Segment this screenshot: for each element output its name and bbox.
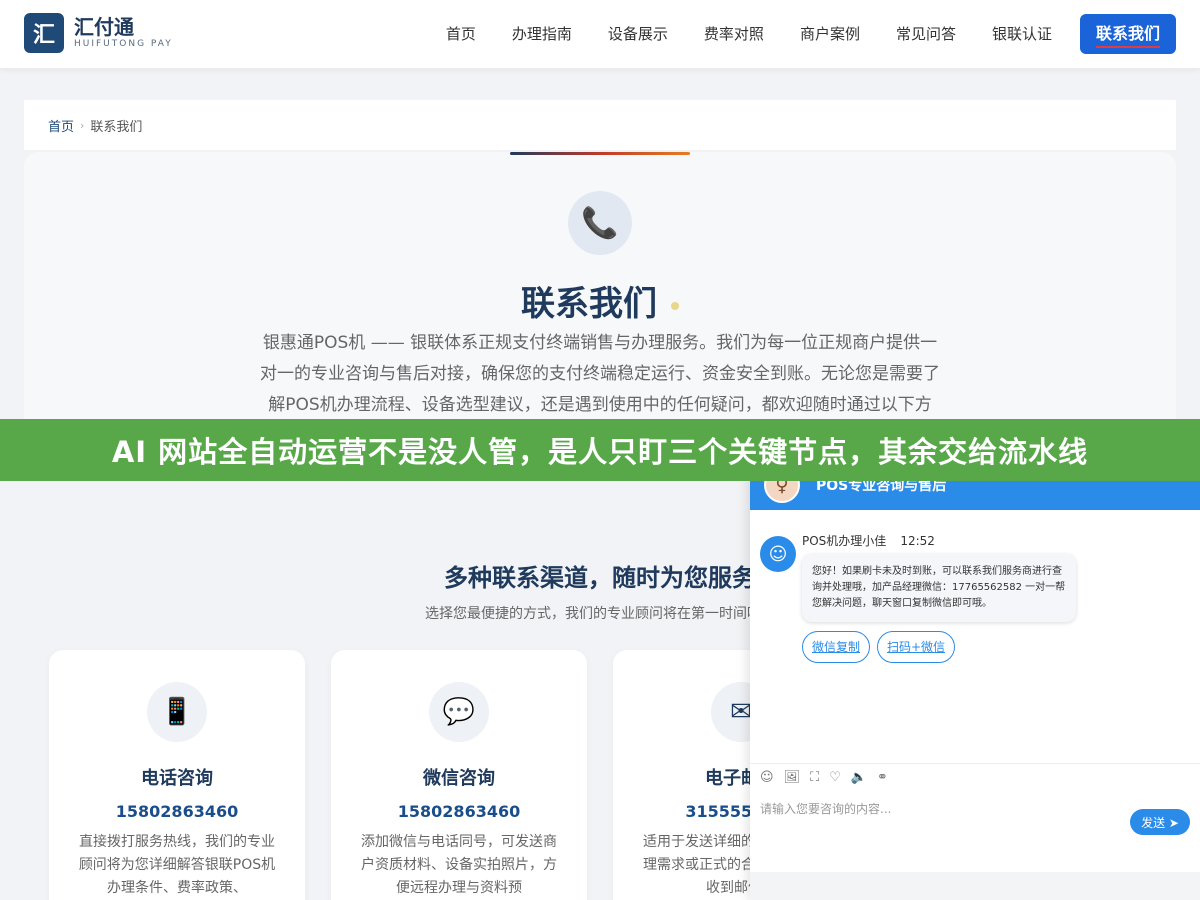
- nav-rates[interactable]: 费率对照: [704, 14, 764, 54]
- breadcrumb: 首页 › 联系我们: [24, 100, 1176, 150]
- card-phone-number[interactable]: 15802863460: [49, 802, 305, 821]
- nav-faq[interactable]: 常见问答: [896, 14, 956, 54]
- message-meta: POS机办理小佳 12:52: [802, 532, 935, 549]
- breadcrumb-separator: ›: [80, 118, 85, 132]
- breadcrumb-home[interactable]: 首页: [48, 116, 74, 135]
- logo-subtitle: HUIFUTONG PAY: [74, 39, 173, 49]
- site-header: 汇 汇付通 HUIFUTONG PAY 首页 办理指南 设备展示 费率对照 商户…: [0, 0, 1200, 68]
- hero-section: 📞 联系我们 银惠通POS机 —— 银联体系正规支付终端销售与办理服务。我们为每…: [24, 152, 1176, 452]
- hero-accent-bar: [510, 152, 690, 155]
- chat-footer: [750, 872, 1200, 900]
- agent-name: POS机办理小佳: [802, 534, 887, 548]
- title-dot: [671, 301, 679, 310]
- emoji-icon[interactable]: ☺: [760, 770, 774, 785]
- card-phone: 📱 电话咨询 15802863460 直接拨打服务热线，我们的专业顾问将为您详细…: [49, 650, 305, 900]
- chat-bubble-icon: 💬: [429, 682, 489, 742]
- chat-divider: [750, 763, 1200, 764]
- card-title: 电话咨询: [141, 768, 213, 789]
- image-icon[interactable]: 🖼: [784, 770, 801, 785]
- main-nav: 首页 办理指南 设备展示 费率对照 商户案例 常见问答 银联认证 联系我们: [410, 14, 1176, 54]
- phone-icon: 📞: [568, 191, 632, 255]
- transfer-icon[interactable]: ⚭: [877, 770, 888, 785]
- copy-wechat-button[interactable]: 微信复制: [802, 631, 871, 663]
- breadcrumb-current: 联系我们: [90, 119, 143, 135]
- card-title: 微信咨询: [423, 768, 495, 789]
- card-wechat-number[interactable]: 15802863460: [331, 802, 587, 821]
- logo-mark: 汇: [24, 13, 64, 53]
- card-wechat: 💬 微信咨询 15802863460 添加微信与电话同号，可发送商户资质材料、设…: [331, 650, 587, 900]
- card-description: 添加微信与电话同号，可发送商户资质材料、设备实拍照片，方便远程办理与资料预: [361, 834, 557, 896]
- nav-guide[interactable]: 办理指南: [512, 14, 572, 54]
- nav-contact[interactable]: 联系我们: [1079, 14, 1176, 54]
- page-title: 联系我们: [24, 276, 1176, 325]
- logo-title: 汇付通: [74, 15, 134, 39]
- nav-devices[interactable]: 设备展示: [608, 14, 668, 54]
- nav-home[interactable]: 首页: [446, 14, 476, 54]
- site-logo[interactable]: 汇 汇付通 HUIFUTONG PAY: [24, 13, 173, 53]
- chat-toolbar: ☺ 🖼 ⛶ ♡ 🔈 ⚭: [760, 770, 898, 785]
- chat-input[interactable]: 请输入您要咨询的内容...: [760, 800, 891, 817]
- rating-icon[interactable]: ♡: [829, 770, 841, 785]
- message-bubble: 您好！如果刷卡未及时到账，可以联系我们服务商进行查询并处理哦，加产品经理微信：1…: [802, 554, 1076, 622]
- chat-widget: ♀ POS专业咨询与售后 ☺ POS机办理小佳 12:52 您好！如果刷卡未及时到…: [750, 460, 1200, 900]
- agent-avatar: ☺: [760, 536, 796, 572]
- message-time: 12:52: [900, 534, 935, 548]
- mobile-phone-icon: 📱: [147, 682, 207, 742]
- nav-cases[interactable]: 商户案例: [800, 14, 860, 54]
- screenshot-icon[interactable]: ⛶: [810, 770, 819, 785]
- card-description: 直接拨打服务热线，我们的专业顾问将为您详细解答银联POS机办理条件、费率政策、: [78, 834, 276, 896]
- overlay-banner: AI 网站全自动运营不是没人管，是人只盯三个关键节点，其余交给流水线: [0, 419, 1200, 481]
- send-button[interactable]: 发送 ➤: [1130, 809, 1190, 835]
- nav-certification[interactable]: 银联认证: [992, 14, 1052, 54]
- sound-icon[interactable]: 🔈: [851, 770, 867, 785]
- scan-wechat-button[interactable]: 扫码+微信: [877, 631, 956, 663]
